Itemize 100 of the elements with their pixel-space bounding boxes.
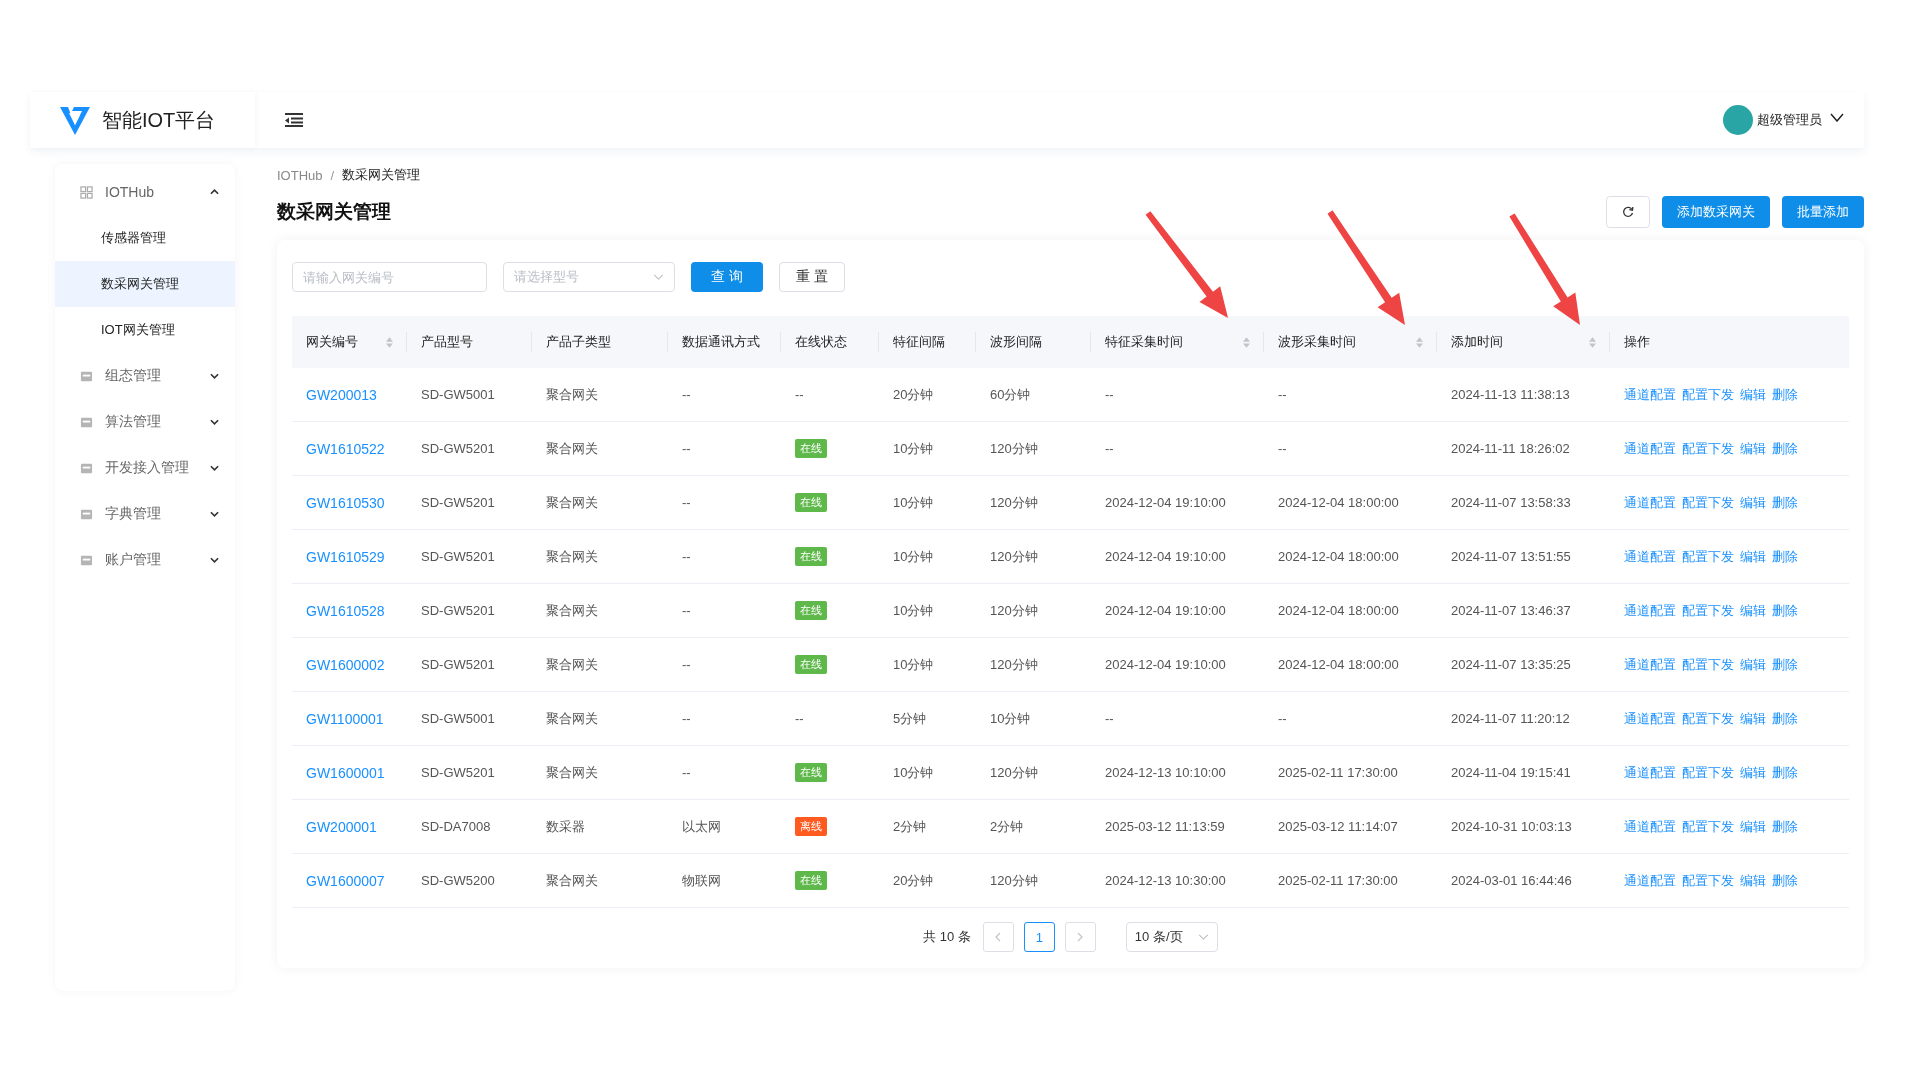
table-cell: -- (1278, 711, 1287, 726)
action-link[interactable]: 编辑 (1740, 763, 1766, 782)
action-link[interactable]: 编辑 (1740, 439, 1766, 458)
table-cell: -- (1278, 387, 1287, 402)
action-link[interactable]: 配置下发 (1682, 655, 1734, 674)
page-button[interactable]: 1 (1023, 922, 1055, 952)
action-link[interactable]: 编辑 (1740, 385, 1766, 404)
brand-name: 智能IOT平台 (102, 107, 216, 133)
status-tag: 在线 (795, 763, 827, 782)
sort-icon[interactable] (1589, 336, 1596, 348)
gateway-id-link[interactable]: GW1610522 (306, 440, 385, 457)
action-link[interactable]: 通道配置 (1624, 601, 1676, 620)
action-link[interactable]: 配置下发 (1682, 709, 1734, 728)
action-link[interactable]: 通道配置 (1624, 547, 1676, 566)
sort-icon[interactable] (1243, 336, 1250, 348)
gateway-id-link[interactable]: GW1610529 (306, 548, 385, 565)
action-link[interactable]: 通道配置 (1624, 439, 1676, 458)
reset-button[interactable]: 重 置 (778, 262, 845, 292)
previous-page-button[interactable] (982, 922, 1014, 952)
table-cell: 2024-11-04 19:15:41 (1451, 765, 1571, 780)
breadcrumb-item: 数采网关管理 (342, 166, 421, 184)
action-link[interactable]: 编辑 (1740, 817, 1766, 836)
action-link[interactable]: 通道配置 (1624, 871, 1676, 890)
model-select[interactable]: 请选择型号 (503, 262, 675, 292)
action-link[interactable]: 配置下发 (1682, 871, 1734, 890)
action-link[interactable]: 配置下发 (1682, 439, 1734, 458)
gateway-id-link[interactable]: GW1610528 (306, 602, 385, 619)
action-link[interactable]: 删除 (1772, 655, 1798, 674)
breadcrumb-item[interactable]: IOTHub (277, 167, 323, 183)
user-name[interactable]: 超级管理员 (1757, 111, 1822, 129)
action-link[interactable]: 配置下发 (1682, 601, 1734, 620)
table-cell: 10分钟 (893, 655, 934, 674)
menu-icon (80, 185, 93, 199)
sidebar-item[interactable]: 数采网关管理 (55, 261, 235, 307)
chevron-down-icon[interactable] (1830, 112, 1844, 122)
refresh-button[interactable] (1606, 196, 1650, 228)
sidebar-item[interactable]: IOT网关管理 (55, 307, 235, 353)
action-link[interactable]: 通道配置 (1624, 655, 1676, 674)
sidebar-group[interactable]: 开发接入管理 (55, 445, 235, 491)
column-header: 数据通讯方式 (682, 333, 761, 351)
chevron-icon (210, 419, 219, 425)
action-link[interactable]: 配置下发 (1682, 817, 1734, 836)
sidebar-item[interactable]: 传感器管理 (55, 215, 235, 261)
action-link[interactable]: 通道配置 (1624, 763, 1676, 782)
sidebar-group[interactable]: 账户管理 (55, 537, 235, 583)
table-cell: -- (795, 711, 804, 726)
action-link[interactable]: 编辑 (1740, 601, 1766, 620)
table-cell: 2分钟 (893, 817, 927, 836)
avatar[interactable] (1723, 105, 1753, 135)
action-link[interactable]: 通道配置 (1624, 817, 1676, 836)
gateway-id-link[interactable]: GW200001 (306, 818, 377, 835)
action-link[interactable]: 通道配置 (1624, 493, 1676, 512)
gateway-id-link[interactable]: GW1600001 (306, 764, 385, 781)
gateway-id-link[interactable]: GW1600002 (306, 656, 385, 673)
gateway-id-link[interactable]: GW200013 (306, 386, 377, 403)
menu-collapse-icon[interactable] (285, 112, 303, 128)
action-link[interactable]: 删除 (1772, 709, 1798, 728)
sidebar-group[interactable]: 算法管理 (55, 399, 235, 445)
table-cell: 20分钟 (893, 385, 934, 404)
sidebar-group[interactable]: 字典管理 (55, 491, 235, 537)
action-link[interactable]: 删除 (1772, 763, 1798, 782)
next-page-button[interactable] (1064, 922, 1096, 952)
sidebar-group[interactable]: 组态管理 (55, 353, 235, 399)
sidebar-group[interactable]: IOTHub (55, 169, 235, 215)
query-button[interactable]: 查 询 (691, 262, 763, 292)
gateway-id-link[interactable]: GW1600007 (306, 872, 385, 889)
action-link[interactable]: 删除 (1772, 871, 1798, 890)
action-link[interactable]: 通道配置 (1624, 385, 1676, 404)
primary-button[interactable]: 添加数采网关 (1662, 196, 1770, 228)
gateway-id-link[interactable]: GW1100001 (306, 710, 384, 727)
action-link[interactable]: 删除 (1772, 385, 1798, 404)
action-link[interactable]: 删除 (1772, 439, 1798, 458)
action-link[interactable]: 删除 (1772, 817, 1798, 836)
table-cell: SD-GW5201 (421, 495, 495, 510)
gateway-id-input[interactable]: 请输入网关编号 (292, 262, 487, 292)
table-cell: 2024-11-07 13:35:25 (1451, 657, 1571, 672)
gateway-id-link[interactable]: GW1610530 (306, 494, 385, 511)
table-cell: 2024-12-13 10:30:00 (1105, 873, 1226, 888)
action-link[interactable]: 配置下发 (1682, 385, 1734, 404)
action-link[interactable]: 编辑 (1740, 493, 1766, 512)
action-link[interactable]: 配置下发 (1682, 547, 1734, 566)
page-size-select[interactable]: 10 条/页 (1125, 922, 1218, 952)
sort-icon[interactable] (1416, 336, 1423, 348)
table-cell: 5分钟 (893, 709, 927, 728)
action-link[interactable]: 删除 (1772, 493, 1798, 512)
action-link[interactable]: 编辑 (1740, 871, 1766, 890)
action-link[interactable]: 删除 (1772, 601, 1798, 620)
sort-icon[interactable] (386, 336, 393, 348)
action-link[interactable]: 通道配置 (1624, 709, 1676, 728)
table-cell: 2025-03-12 11:14:07 (1278, 819, 1398, 834)
table-cell: -- (1278, 441, 1287, 456)
action-link[interactable]: 编辑 (1740, 547, 1766, 566)
action-link[interactable]: 配置下发 (1682, 493, 1734, 512)
action-link[interactable]: 编辑 (1740, 655, 1766, 674)
action-link[interactable]: 配置下发 (1682, 763, 1734, 782)
table-cell: 2024-11-07 13:46:37 (1451, 603, 1571, 618)
action-link[interactable]: 删除 (1772, 547, 1798, 566)
action-link[interactable]: 编辑 (1740, 709, 1766, 728)
table-cell: 120分钟 (990, 601, 1038, 620)
primary-button[interactable]: 批量添加 (1782, 196, 1864, 228)
